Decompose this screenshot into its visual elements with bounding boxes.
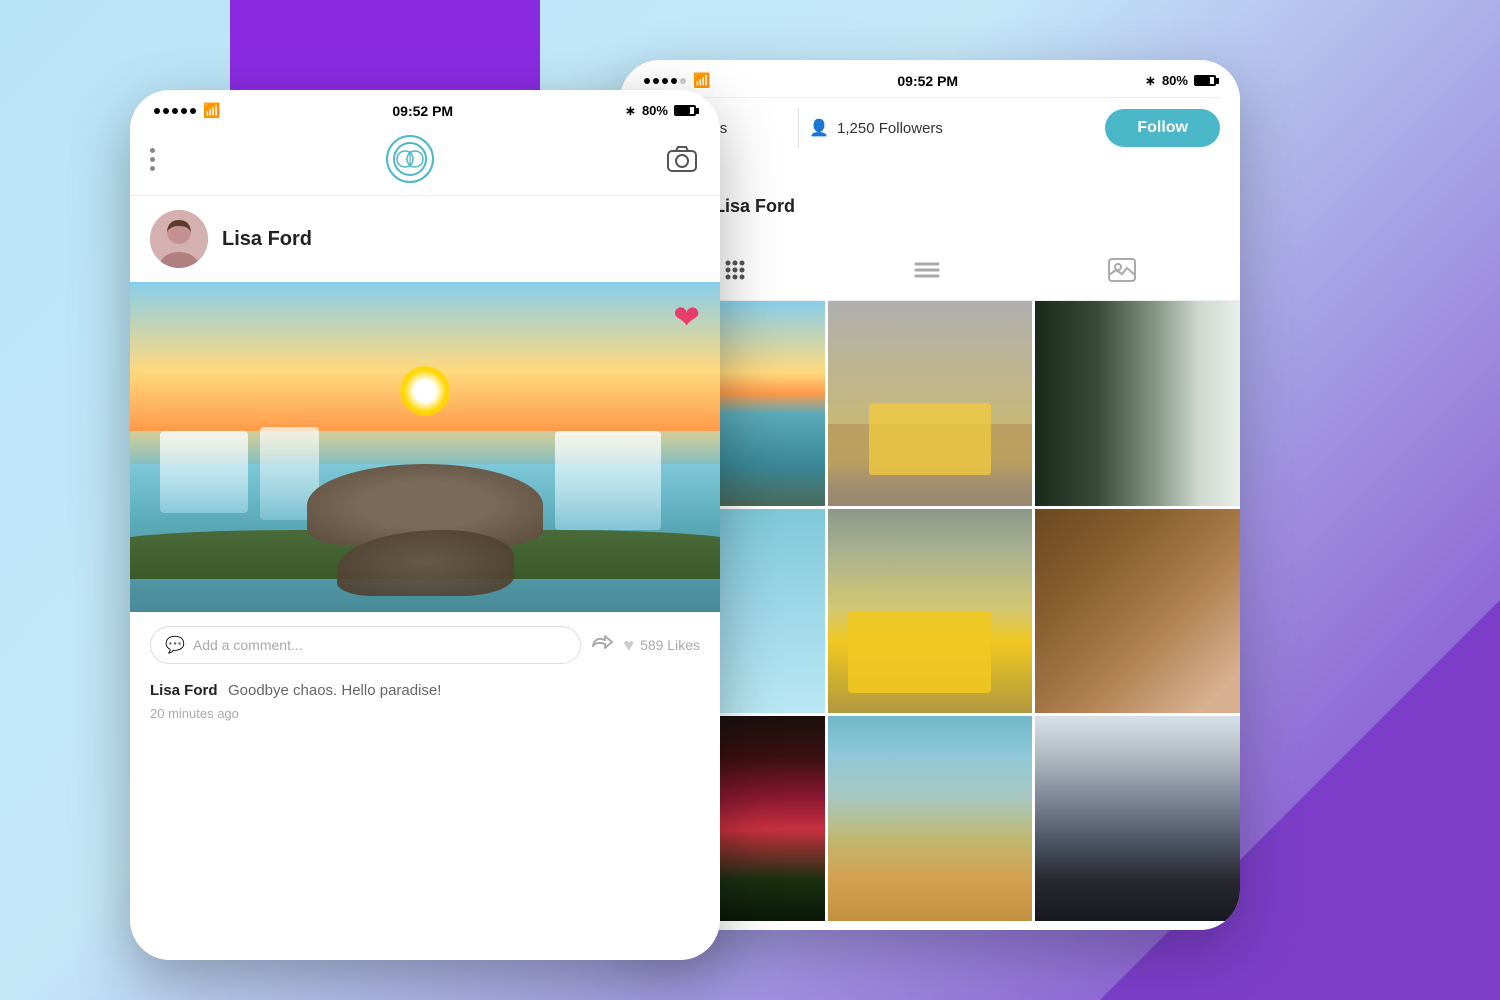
menu-dot-1 [150, 148, 155, 153]
share-icon-svg [591, 632, 613, 652]
caption-line: Lisa Ford Goodbye chaos. Hello paradise! [150, 682, 700, 700]
stat-divider [798, 108, 799, 148]
avatar-img-svg [150, 210, 208, 268]
sun [400, 366, 450, 416]
user-avatar[interactable] [150, 210, 208, 268]
menu-dots[interactable] [150, 148, 155, 171]
grid-cell-5[interactable] [828, 509, 1033, 714]
grid-cell-9[interactable] [1035, 716, 1240, 921]
followers-stat: 👤 1,250 Followers [809, 118, 957, 138]
grid-dots-icon [724, 259, 746, 281]
post-heart-liked[interactable]: ❤ [673, 298, 700, 336]
comment-input-wrap[interactable]: 💬 Add a comment... [150, 626, 581, 664]
post-image: ❤ [130, 282, 720, 612]
front-time: 09:52 PM [392, 103, 453, 119]
heart-outline-icon: ♥ [623, 635, 634, 656]
front-bluetooth-icon: ∗ [625, 103, 636, 119]
followers-count: 1,250 Followers [837, 120, 943, 137]
photo-frame-icon [1108, 258, 1136, 282]
front-signal: 📶 [154, 102, 220, 119]
logo-svg [392, 141, 428, 177]
bluetooth-icon: ∗ [1145, 73, 1156, 89]
front-status-bar: 📶 09:52 PM ∗ 80% [130, 90, 720, 127]
signal-indicator: 📶 [644, 72, 710, 89]
grid-cell-2[interactable] [828, 301, 1033, 506]
back-time: 09:52 PM [897, 73, 958, 89]
user-name: Lisa Ford [222, 228, 312, 251]
waterfall-1 [160, 431, 249, 514]
comment-bubble-icon: 💬 [165, 635, 185, 655]
comment-placeholder: Add a comment... [193, 637, 303, 653]
back-right-icons: ∗ 80% [1145, 73, 1216, 89]
grid-cell-3[interactable] [1035, 301, 1240, 506]
list-lines-icon [914, 260, 940, 280]
app-logo[interactable] [386, 135, 434, 183]
photo-tab-icon[interactable] [1108, 258, 1136, 288]
caption-username: Lisa Ford [150, 682, 218, 699]
front-wifi-icon: 📶 [203, 102, 220, 119]
grid-cell-6[interactable] [1035, 509, 1240, 714]
back-battery-percent: 80% [1162, 73, 1188, 88]
app-navbar [130, 127, 720, 196]
likes-count-text: 589 Likes [640, 637, 700, 653]
list-tab-icon[interactable] [914, 260, 940, 286]
front-battery-icon [674, 105, 696, 116]
wifi-icon: 📶 [693, 72, 710, 89]
menu-dot-2 [150, 157, 155, 162]
front-phone: 📶 09:52 PM ∗ 80% [130, 90, 720, 960]
camera-button[interactable] [664, 141, 700, 177]
back-user-row: Lisa Ford [640, 162, 1220, 246]
menu-dot-3 [150, 166, 155, 171]
stats-row: ❤ 589 Likes 👤 1,250 Followers Follow [640, 97, 1220, 162]
back-user-name: Lisa Ford [714, 196, 795, 217]
front-battery-percent: 80% [642, 103, 668, 118]
battery-icon [1194, 75, 1216, 86]
caption-area: Lisa Ford Goodbye chaos. Hello paradise!… [130, 678, 720, 727]
comment-bar: 💬 Add a comment... ♥ 589 Likes [130, 612, 720, 678]
person-icon: 👤 [809, 118, 829, 138]
user-header: Lisa Ford [130, 196, 720, 282]
grid-cell-8[interactable] [828, 716, 1033, 921]
follow-button[interactable]: Follow [1105, 109, 1220, 147]
grid-tab-icon[interactable] [724, 259, 746, 287]
sky-layer [130, 282, 720, 431]
share-button[interactable] [591, 632, 613, 658]
waterfall-scene [130, 282, 720, 612]
front-right-icons: ∗ 80% [625, 103, 696, 119]
caption-text: Goodbye chaos. Hello paradise! [228, 682, 441, 699]
like-count-wrap[interactable]: ♥ 589 Likes [623, 635, 700, 656]
back-status-bar: 📶 09:52 PM ∗ 80% [620, 60, 1240, 97]
camera-icon [667, 146, 697, 172]
post-time: 20 minutes ago [150, 706, 700, 721]
waterfall-3 [555, 431, 661, 530]
